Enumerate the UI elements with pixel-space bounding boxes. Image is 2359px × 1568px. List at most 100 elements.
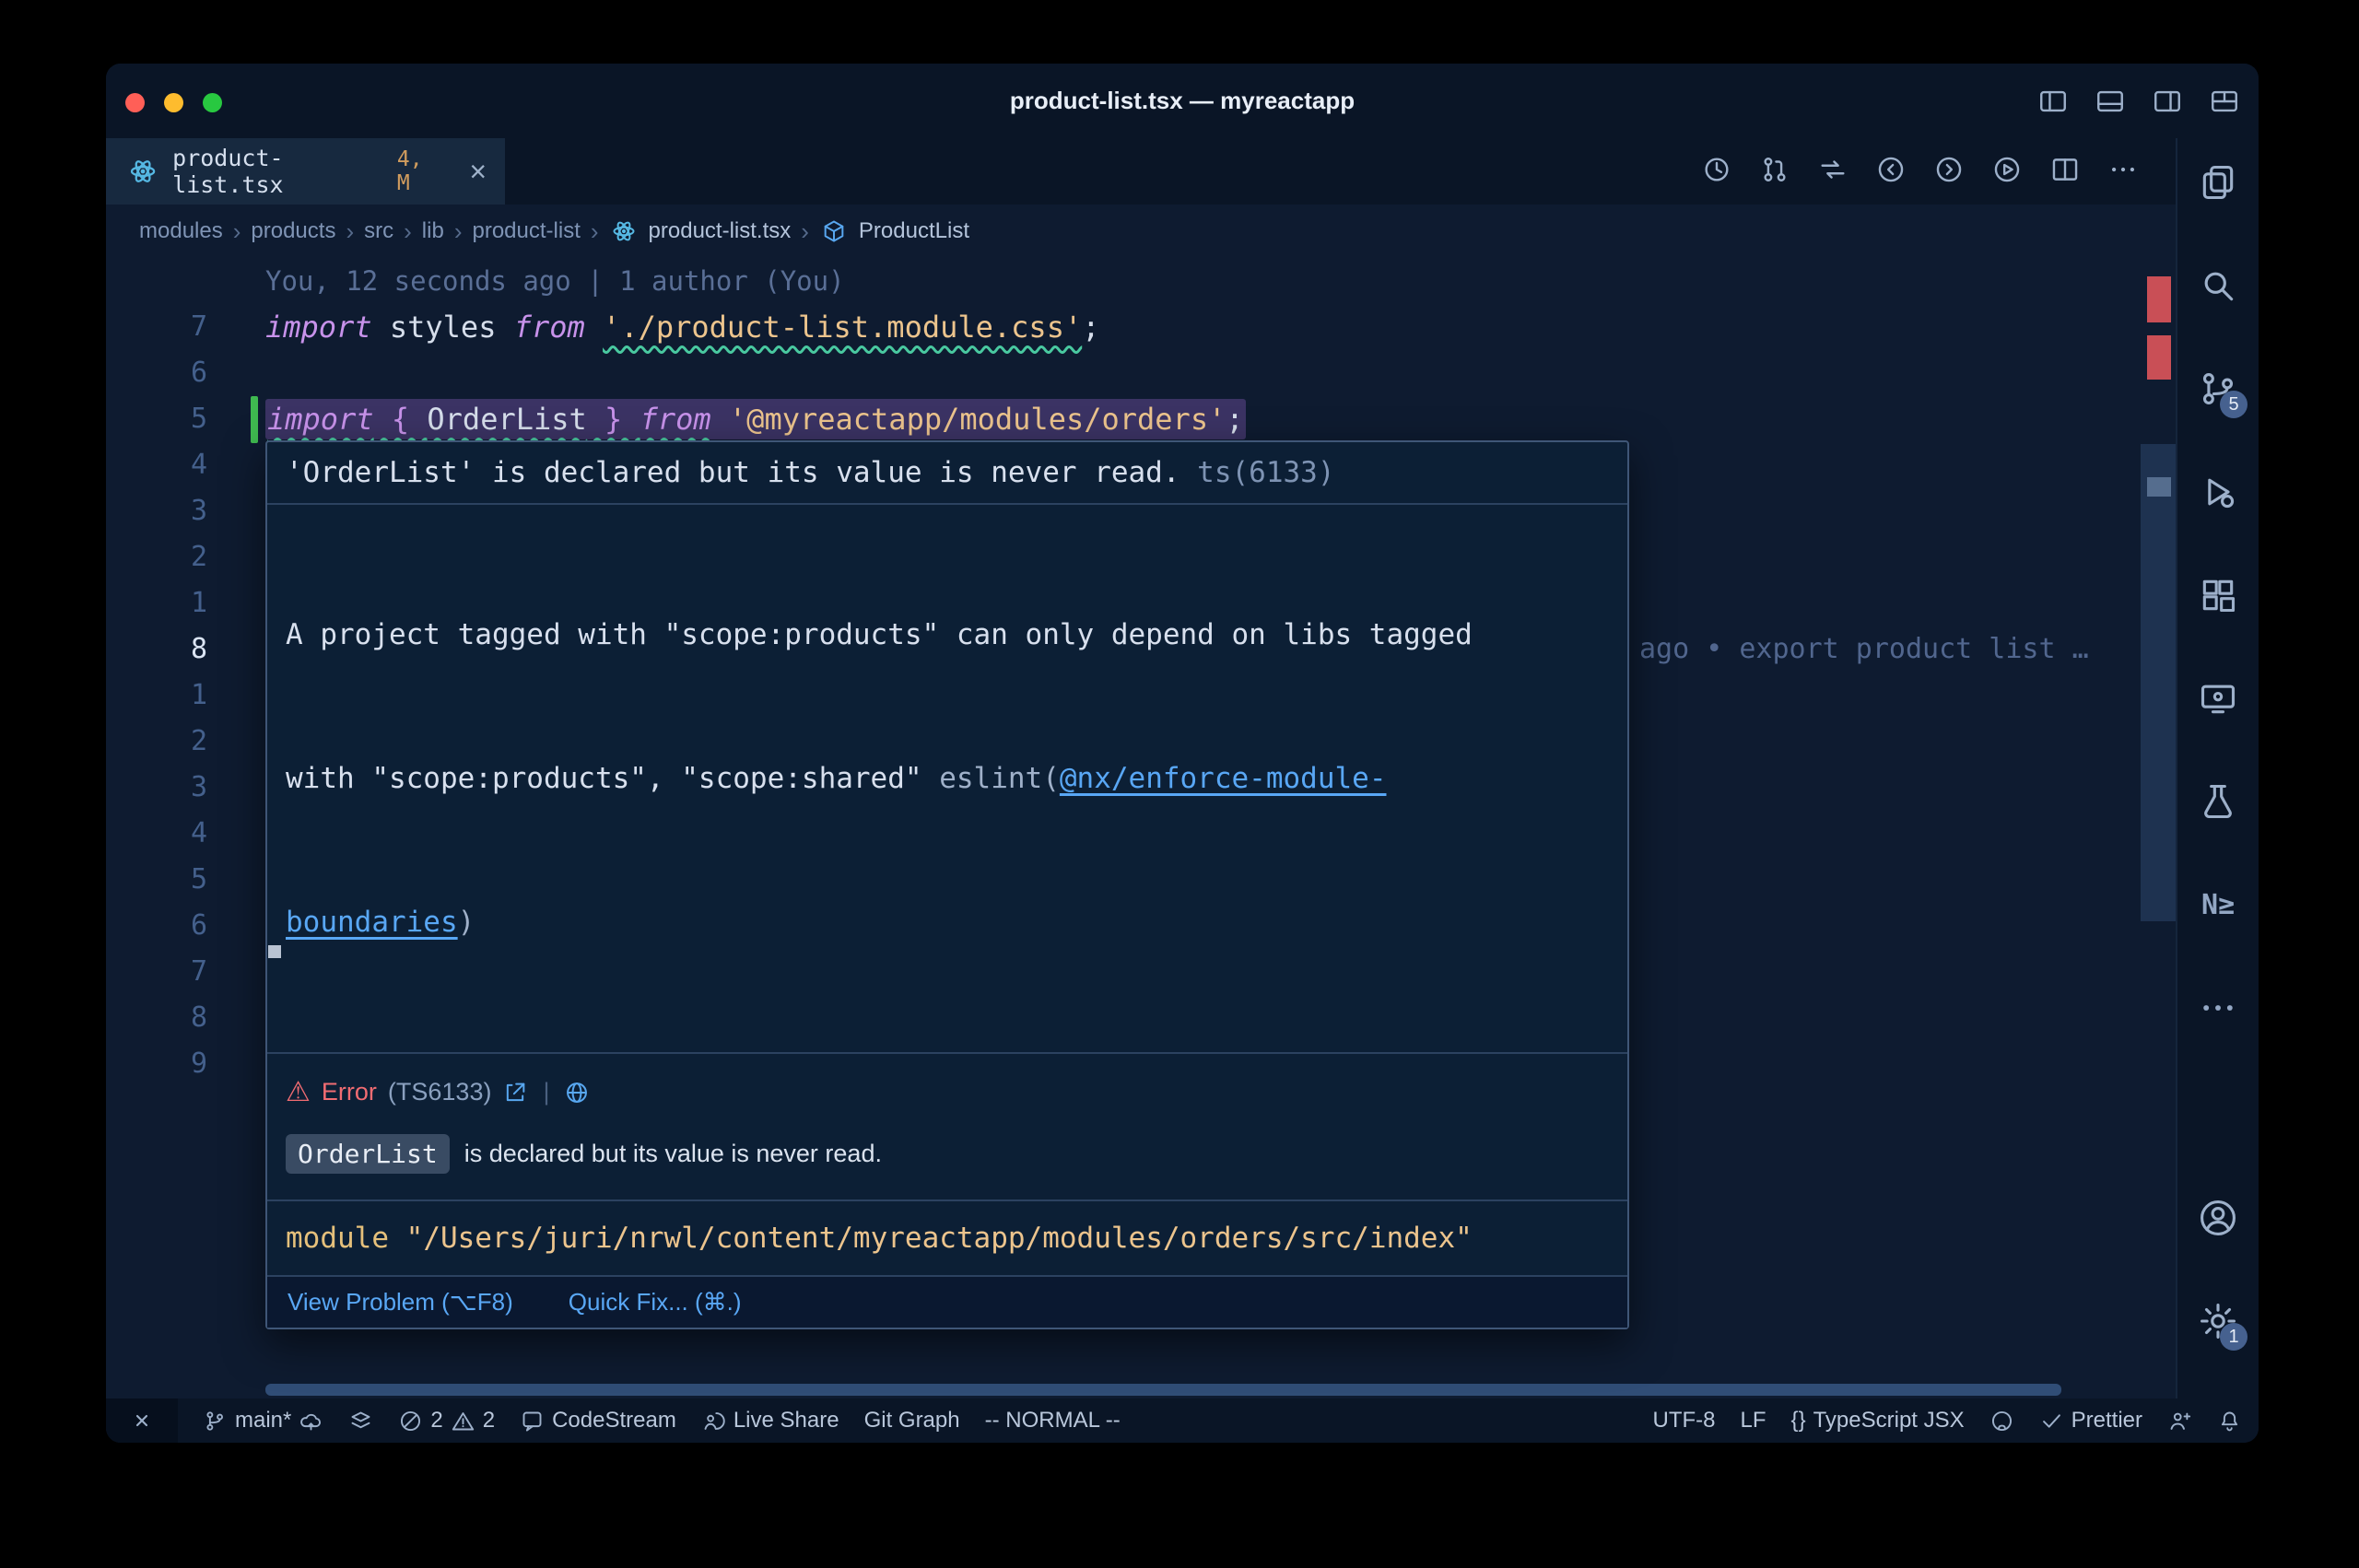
tab-label: product-list.tsx xyxy=(172,145,382,198)
run-debug-icon[interactable] xyxy=(2196,470,2240,514)
git-branch-status[interactable]: main* xyxy=(203,1408,323,1433)
line-number[interactable]: 4 xyxy=(106,442,207,488)
breadcrumb-symbol[interactable]: ProductList xyxy=(859,218,969,244)
git-graph-status[interactable]: Git Graph xyxy=(864,1408,960,1433)
vscode-window: product-list.tsx — myreactapp product-li… xyxy=(106,64,2259,1443)
encoding-status[interactable]: UTF-8 xyxy=(1653,1408,1716,1433)
account-icon[interactable] xyxy=(2196,1196,2240,1240)
code-line-import-orderlist[interactable]: import { OrderList } from '@myreactapp/m… xyxy=(265,396,2137,442)
eol-status[interactable]: LF xyxy=(1741,1408,1766,1433)
codestream-status[interactable]: CodeStream xyxy=(520,1408,676,1433)
breadcrumb-separator: › xyxy=(404,217,412,246)
live-share-status[interactable]: Live Share xyxy=(701,1408,839,1433)
next-change-icon[interactable] xyxy=(1933,154,1965,190)
toggle-secondary-sidebar-icon[interactable] xyxy=(2152,86,2183,117)
view-problem-link[interactable]: View Problem (⌥F8) xyxy=(288,1288,513,1316)
vertical-scrollbar[interactable] xyxy=(2141,444,2176,921)
quick-fix-link[interactable]: Quick Fix... (⌘.) xyxy=(569,1288,742,1316)
symbol-token-badge: OrderList xyxy=(286,1134,450,1174)
line-number[interactable]: 6 xyxy=(106,350,207,396)
breadcrumb: modules › products › src › lib › product… xyxy=(106,205,2174,258)
line-number[interactable]: 2 xyxy=(106,719,207,765)
prettier-status[interactable]: Prettier xyxy=(2039,1408,2142,1433)
breadcrumb-item[interactable]: products xyxy=(251,218,335,244)
tab-product-list[interactable]: product-list.tsx 4, M × xyxy=(106,138,505,205)
line-number[interactable]: 6 xyxy=(106,903,207,949)
check-icon xyxy=(2039,1409,2064,1433)
line-number[interactable]: 5 xyxy=(106,396,207,442)
title-bar: product-list.tsx — myreactapp xyxy=(106,64,2259,138)
line-number[interactable]: 7 xyxy=(106,949,207,995)
run-file-icon[interactable] xyxy=(1991,154,2023,190)
line-number[interactable]: 8 xyxy=(106,995,207,1041)
open-external-icon[interactable] xyxy=(502,1080,528,1106)
hover-resize-handle[interactable] xyxy=(268,945,281,958)
line-number[interactable]: 3 xyxy=(106,488,207,534)
line-number[interactable]: 1 xyxy=(106,580,207,626)
breadcrumb-item[interactable]: src xyxy=(364,218,393,244)
overview-ruler-error-mark xyxy=(2147,276,2171,322)
error-triangle-icon: ⚠ xyxy=(286,1076,311,1108)
pull-request-icon[interactable] xyxy=(1759,154,1790,190)
customize-layout-icon[interactable] xyxy=(2209,86,2240,117)
remote-explorer-icon[interactable] xyxy=(2196,676,2240,720)
line-number[interactable]: 5 xyxy=(106,857,207,903)
split-editor-icon[interactable] xyxy=(2049,154,2081,190)
toggle-sidebar-icon[interactable] xyxy=(2037,86,2069,117)
line-number[interactable]: 3 xyxy=(106,765,207,811)
explorer-icon[interactable] xyxy=(2196,160,2240,205)
settings-gear-icon[interactable]: 1 xyxy=(2196,1299,2240,1343)
codestream-icon xyxy=(520,1409,545,1433)
previous-change-icon[interactable] xyxy=(1875,154,1907,190)
git-change-indicator xyxy=(251,396,258,443)
breadcrumb-item[interactable]: modules xyxy=(139,218,223,244)
breadcrumb-item[interactable]: product-list xyxy=(472,218,580,244)
open-changes-icon[interactable] xyxy=(1817,154,1848,190)
line-number[interactable]: 7 xyxy=(106,304,207,350)
feedback-status[interactable] xyxy=(2167,1409,2192,1433)
more-actions-icon[interactable] xyxy=(2107,154,2139,190)
extensions-icon[interactable] xyxy=(2196,573,2240,617)
search-icon[interactable] xyxy=(2196,263,2240,308)
errors-icon xyxy=(398,1409,423,1433)
testing-icon[interactable] xyxy=(2196,779,2240,824)
eslint-rule-link[interactable]: @nx/enforce-module- xyxy=(1060,762,1387,795)
timeline-icon[interactable] xyxy=(1701,154,1732,190)
line-number[interactable]: 2 xyxy=(106,534,207,580)
line-number[interactable]: 1 xyxy=(106,673,207,719)
breadcrumb-separator: › xyxy=(233,217,241,246)
nx-console-icon[interactable]: N≥ xyxy=(2196,883,2240,927)
horizontal-scrollbar[interactable] xyxy=(265,1384,2061,1396)
layers-icon xyxy=(348,1409,373,1433)
window-title: product-list.tsx — myreactapp xyxy=(106,64,2259,138)
toggle-panel-icon[interactable] xyxy=(2095,86,2126,117)
eslint-rule-link[interactable]: boundaries xyxy=(286,906,458,939)
warnings-icon xyxy=(451,1409,475,1433)
line-number[interactable]: 4 xyxy=(106,811,207,857)
globe-icon[interactable] xyxy=(564,1080,590,1106)
line-number-current[interactable]: 8 xyxy=(106,626,207,673)
problems-status[interactable]: 2 2 xyxy=(398,1408,495,1433)
github-status[interactable] xyxy=(1989,1409,2014,1433)
code-line[interactable] xyxy=(265,350,2137,396)
bell-icon xyxy=(2217,1409,2242,1433)
notifications-status[interactable] xyxy=(2217,1409,2242,1433)
breadcrumb-separator: › xyxy=(591,217,599,246)
vim-mode-indicator[interactable]: -- NORMAL -- xyxy=(985,1408,1121,1433)
code-line-import-styles[interactable]: import styles from './product-list.modul… xyxy=(265,304,2137,350)
breadcrumb-file[interactable]: product-list.tsx xyxy=(649,218,792,244)
language-mode-status[interactable]: {} TypeScript JSX xyxy=(1791,1408,1965,1433)
react-file-icon xyxy=(611,218,637,244)
overview-ruler-error-mark xyxy=(2147,335,2171,380)
tab-close-icon[interactable]: × xyxy=(469,157,487,186)
gitlens-blame-annotation: You, 12 seconds ago | 1 author (You) xyxy=(265,258,845,304)
remote-indicator[interactable] xyxy=(106,1398,178,1443)
breadcrumb-separator: › xyxy=(454,217,463,246)
line-number[interactable]: 9 xyxy=(106,1041,207,1087)
breadcrumb-item[interactable]: lib xyxy=(422,218,444,244)
more-views-icon[interactable] xyxy=(2196,986,2240,1030)
react-file-icon xyxy=(128,156,158,187)
gitlens-compare[interactable] xyxy=(348,1409,373,1433)
hover-diagnostic-ts: 'OrderList' is declared but its value is… xyxy=(267,442,1627,505)
source-control-icon[interactable]: 5 xyxy=(2196,367,2240,411)
